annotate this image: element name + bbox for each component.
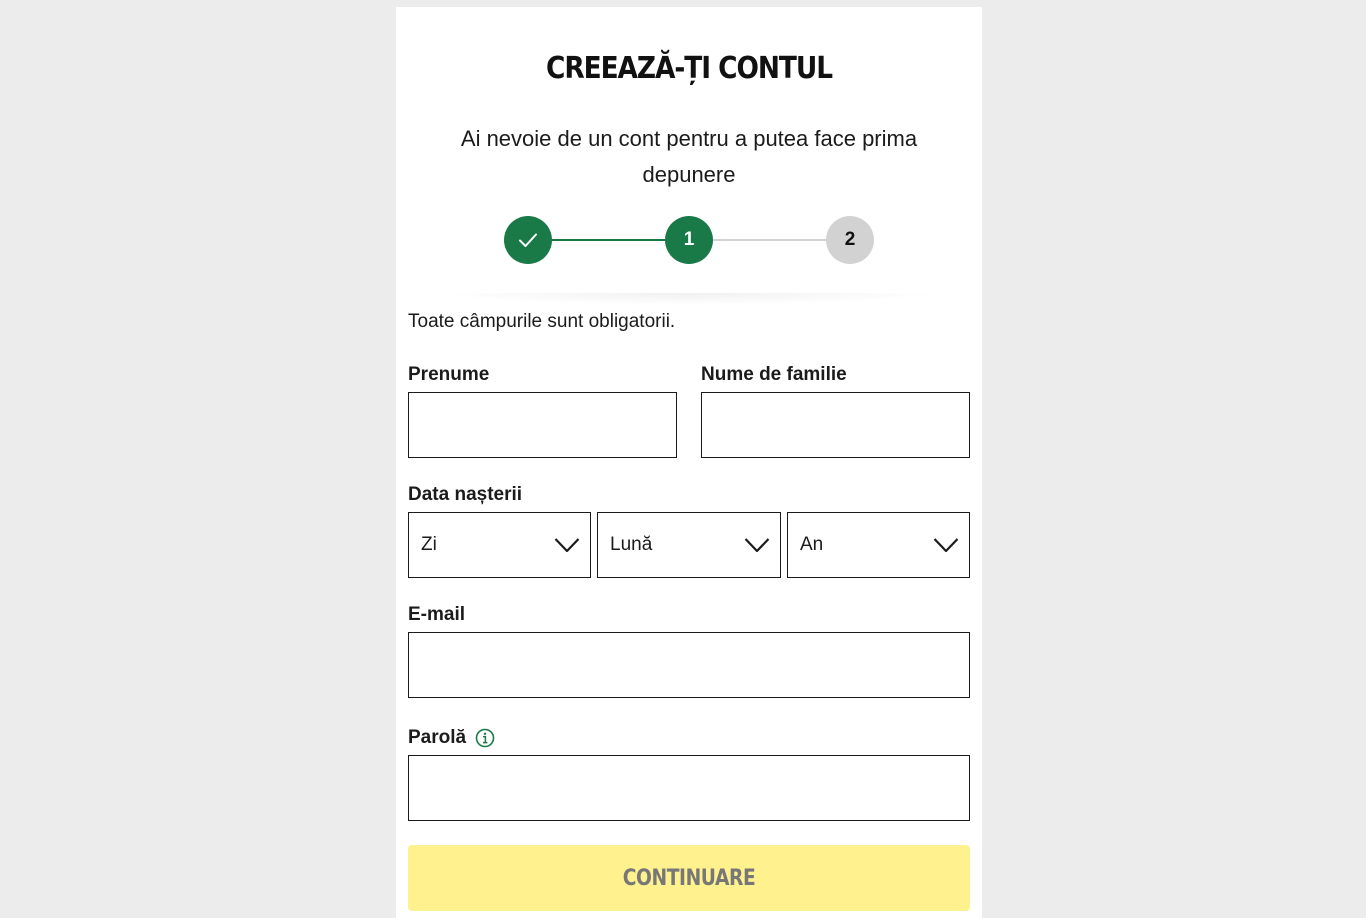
birth-day-value: Zi xyxy=(421,534,437,555)
birth-month-value: Lună xyxy=(610,534,653,555)
birth-day-select[interactable]: Zi xyxy=(408,512,591,578)
section-divider xyxy=(436,293,942,305)
last-name-label: Nume de familie xyxy=(701,364,847,385)
signup-card: CREEAZĂ-ȚI CONTUL Ai nevoie de un cont p… xyxy=(396,7,982,918)
info-icon[interactable] xyxy=(475,728,495,748)
password-field[interactable] xyxy=(408,755,970,821)
birth-year-select[interactable]: An xyxy=(787,512,970,578)
continue-button[interactable]: CONTINUARE xyxy=(408,845,970,911)
page-title: CREEAZĂ-ȚI CONTUL xyxy=(546,51,833,86)
chevron-down-icon xyxy=(744,538,770,553)
first-name-label: Prenume xyxy=(408,364,490,385)
birth-month-select[interactable]: Lună xyxy=(597,512,781,578)
page-subtitle: Ai nevoie de un cont pentru a putea face… xyxy=(460,126,918,187)
email-field[interactable] xyxy=(408,632,970,698)
step-upcoming: 2 xyxy=(826,216,874,264)
step-current: 1 xyxy=(665,216,713,264)
check-icon xyxy=(519,233,537,247)
step-completed xyxy=(504,216,552,264)
birth-date-label: Data nașterii xyxy=(408,484,523,505)
first-name-field[interactable] xyxy=(408,392,677,458)
continue-button-label: CONTINUARE xyxy=(622,865,756,891)
chevron-down-icon xyxy=(933,538,959,553)
last-name-field[interactable] xyxy=(701,392,970,458)
birth-year-value: An xyxy=(800,534,824,555)
required-fields-note: Toate câmpurile sunt obligatorii. xyxy=(408,311,676,332)
email-label: E-mail xyxy=(408,604,466,625)
password-label: Parolă xyxy=(408,727,467,748)
chevron-down-icon xyxy=(554,538,580,553)
progress-stepper: 1 2 xyxy=(396,216,982,265)
